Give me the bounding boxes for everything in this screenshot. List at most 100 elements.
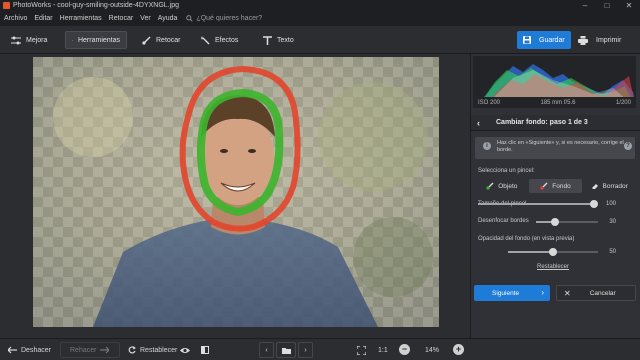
tab-label: Herramientas: [77, 36, 120, 44]
slider-label-feather: Desenfocar bordes: [478, 218, 529, 224]
slider-thumb[interactable]: [550, 218, 559, 226]
save-button[interactable]: Guardar: [517, 31, 571, 49]
zoom-ratio-button[interactable]: 1:1: [378, 344, 388, 356]
info-text: Haz clic en «Siguiente» y, si es necesar…: [497, 140, 624, 153]
menu-ver[interactable]: Ver: [140, 15, 151, 22]
slider-thumb[interactable]: [590, 200, 598, 208]
tab-label: Texto: [277, 36, 294, 44]
redo-label: Rehacer: [70, 346, 97, 354]
fit-screen-icon: [357, 345, 366, 355]
compare-toggle[interactable]: [201, 344, 213, 356]
save-icon: [523, 36, 531, 44]
menu-herramientas[interactable]: Herramientas: [60, 15, 102, 22]
tab-herramientas[interactable]: Herramientas: [65, 31, 127, 49]
undo-button[interactable]: Deshacer: [8, 344, 51, 356]
search-icon: [186, 15, 194, 22]
fit-to-screen-button[interactable]: [357, 344, 370, 356]
panel-header: ‹ Cambiar fondo: paso 1 de 3: [471, 115, 640, 131]
photo-canvas[interactable]: [33, 57, 439, 327]
brush-size-slider[interactable]: [478, 200, 598, 208]
background-brush-icon: [540, 182, 548, 190]
bottom-bar: Deshacer Rehacer Restablecer ‹ › 1:1 − 1…: [0, 338, 640, 360]
window-controls: – □ ✕: [574, 0, 640, 11]
cancel-button[interactable]: ✕ Cancelar: [556, 285, 636, 301]
reset-button[interactable]: Restablecer: [128, 344, 177, 356]
panel-reset-link[interactable]: Restablecer: [537, 264, 569, 270]
canvas-area[interactable]: [0, 54, 470, 338]
crop-icon: [72, 39, 73, 41]
reset-icon: [128, 346, 136, 354]
reset-label: Restablecer: [140, 346, 178, 354]
zoom-level: 14%: [425, 344, 439, 356]
eraser-icon: [591, 184, 598, 189]
tab-efectos[interactable]: Efectos: [195, 31, 244, 49]
brush-fondo[interactable]: Fondo: [528, 179, 583, 193]
printer-icon: [578, 35, 588, 45]
menu-editar[interactable]: Editar: [34, 15, 52, 22]
close-icon: ✕: [564, 288, 571, 298]
magic-wand-icon: [201, 35, 210, 44]
brush-borrador[interactable]: Borrador: [582, 179, 636, 193]
menu-ayuda[interactable]: Ayuda: [158, 15, 178, 22]
next-image-button[interactable]: ›: [298, 342, 313, 358]
sliders-icon: [11, 36, 21, 44]
brush-label-objeto: Objeto: [498, 182, 518, 190]
previous-image-button[interactable]: ‹: [259, 342, 274, 358]
info-icon: i: [483, 142, 491, 150]
next-label: Siguiente: [492, 289, 520, 297]
undo-label: Deshacer: [21, 346, 51, 354]
zoom-out-icon[interactable]: −: [399, 344, 410, 355]
info-box: i Haz clic en «Siguiente» y, si es neces…: [475, 137, 635, 159]
search-placeholder: ¿Qué quieres hacer?: [196, 15, 263, 22]
title-bar: PhotoWorks - cool-guy-smiling-outside-4D…: [0, 0, 640, 11]
chevron-right-icon: ›: [304, 346, 307, 354]
text-icon: [263, 35, 272, 45]
exif-shutter: 1/200: [615, 99, 631, 106]
slider-label-opacity: Opacidad del fondo (en vista previa): [478, 236, 575, 242]
window-title: PhotoWorks - cool-guy-smiling-outside-4D…: [13, 2, 179, 9]
opacity-slider[interactable]: [508, 248, 598, 256]
menu-archivo[interactable]: Archivo: [4, 15, 27, 22]
photo-preview[interactable]: [33, 57, 439, 327]
app-logo-icon: [3, 2, 10, 9]
tab-label: Mejora: [26, 36, 48, 44]
help-icon[interactable]: ?: [624, 142, 632, 150]
tab-retocar[interactable]: Retocar: [136, 31, 187, 49]
brush-size-value: 100: [605, 201, 616, 207]
zoom-ratio-label: 1:1: [378, 346, 388, 354]
slider-thumb[interactable]: [549, 248, 557, 256]
redo-button[interactable]: Rehacer: [60, 342, 120, 358]
feather-slider[interactable]: [536, 218, 598, 226]
brush-selector: Objeto Fondo Borrador: [475, 179, 636, 193]
preview-toggle[interactable]: [180, 344, 194, 356]
object-brush-icon: [486, 182, 494, 190]
menu-bar: Archivo Editar Herramientas Retocar Ver …: [0, 11, 640, 26]
close-icon[interactable]: ✕: [618, 0, 640, 11]
back-arrow-icon[interactable]: ‹: [477, 118, 480, 128]
next-button[interactable]: Siguiente ›: [474, 285, 550, 301]
chevron-right-icon: ›: [541, 288, 544, 297]
redo-icon: [100, 346, 110, 354]
folder-icon: [281, 347, 291, 354]
tab-mejora[interactable]: Mejora: [5, 31, 53, 49]
undo-icon: [8, 346, 17, 354]
brush-objeto[interactable]: Objeto: [475, 179, 529, 193]
eye-icon: [180, 347, 190, 353]
exif-bar: ISO 200 185 mm f/5.6 1/200: [473, 97, 636, 108]
open-folder-button[interactable]: [276, 342, 296, 358]
tab-texto[interactable]: Texto: [257, 31, 300, 49]
brush-icon: [142, 36, 151, 45]
chevron-left-icon: ‹: [265, 346, 268, 354]
search-field[interactable]: ¿Qué quieres hacer?: [186, 15, 262, 22]
tab-label: Efectos: [215, 36, 239, 44]
brush-label-fondo: Fondo: [552, 182, 571, 190]
maximize-icon[interactable]: □: [596, 0, 618, 11]
tab-label: Retocar: [156, 36, 181, 44]
exif-iso: ISO 200: [478, 99, 501, 106]
brush-label-borrador: Borrador: [602, 182, 628, 190]
opacity-value: 50: [609, 249, 616, 255]
menu-retocar[interactable]: Retocar: [109, 15, 134, 22]
minimize-icon[interactable]: –: [574, 0, 596, 11]
print-button[interactable]: Imprimir: [578, 31, 621, 49]
zoom-in-icon[interactable]: +: [453, 344, 464, 355]
